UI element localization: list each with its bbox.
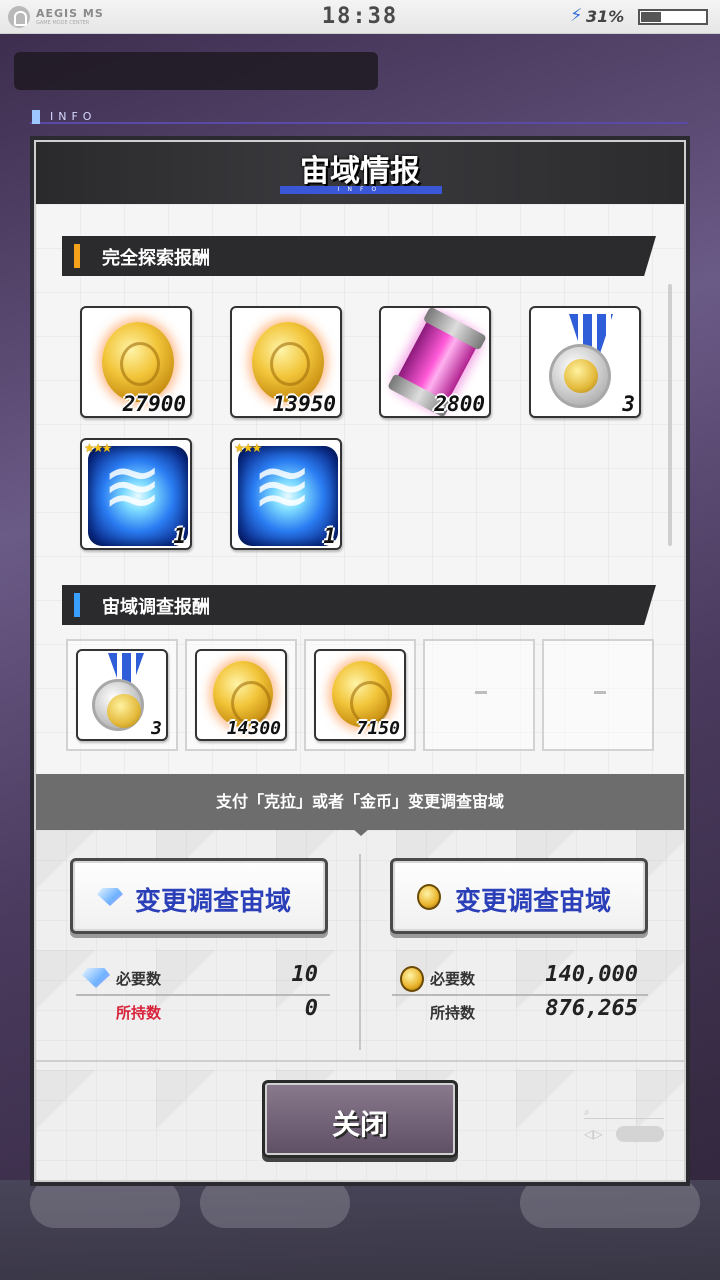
gold-coin-icon [400,966,424,992]
close-button[interactable]: 关闭 [262,1080,458,1158]
background-button [200,1178,350,1228]
gold-coin-icon [102,322,174,402]
empty-dash [594,691,606,694]
survey-slot: 3 [66,639,178,751]
background-info-strip [30,110,688,124]
empty-dash [475,691,487,694]
reward-quantity: 1 [323,524,336,548]
owned-value: 0 [304,996,318,1021]
gold-coin-icon [417,884,441,910]
battery-fill [641,12,661,22]
background-info-marker [32,110,40,124]
reward-quantity: 27900 [122,392,186,416]
gold-coin-icon [252,322,324,402]
column-divider [359,854,361,1050]
survey-slot-empty [542,639,654,751]
rewards-scrollbar[interactable] [668,284,672,546]
reward-item[interactable]: 13950 [230,306,342,418]
required-value: 140,000 [545,962,638,987]
reward-quantity: 13950 [272,392,336,416]
status-bar: AEGIS MS GAME MODE CENTER 18:38 ⚡ 31% [0,0,720,34]
battery-icon [638,9,708,25]
search-icon: ⌕ [584,1107,664,1119]
reward-item[interactable]: ★★★ 1 [80,438,192,550]
button-label: 变更调查宙域 [455,887,612,917]
charging-icon: ⚡ [570,5,583,26]
toggle-switch [616,1126,664,1142]
background-header-bar [14,52,378,90]
dialog-title-sub: INFO [337,186,385,193]
reward-item[interactable]: ★★★ 1 [230,438,342,550]
background-info-label: INFO [50,110,97,123]
required-label: 必要数 [430,970,476,988]
reward-quantity: 2800 [434,392,485,416]
required-value: 10 [291,962,319,987]
dialog-header: 宙域情报 INFO [36,142,684,204]
section-title: 完全探索报酬 [102,248,210,269]
gem-icon [97,888,123,906]
owned-value: 876,265 [545,996,638,1021]
change-with-coins-button[interactable]: 变更调查宙域 [390,858,648,934]
reward-item[interactable]: 7150 [314,649,406,741]
required-label: 必要数 [116,970,162,988]
reward-item[interactable]: 14300 [195,649,287,741]
section-marker [74,593,80,617]
arrows-icon: ◁▷ [584,1127,603,1141]
info-dialog: 宙域情报 INFO 完全探索报酬 27900 13950 2800 3 ★★★ … [34,140,686,1182]
medal-icon [549,344,611,408]
reward-quantity: 7150 [356,718,400,739]
reward-quantity: 1 [173,524,186,548]
close-label: 关闭 [331,1108,388,1141]
reward-quantity: 3 [151,718,162,739]
survey-slot: 7150 [304,639,416,751]
rarity-stars: ★★★ [234,441,262,455]
reward-item[interactable]: 2800 [379,306,491,418]
notice-banner: 支付「克拉」或者「金币」变更调查宙域 [36,774,684,830]
owned-label: 所持数 [430,1004,476,1022]
reward-item[interactable]: 27900 [80,306,192,418]
background-button [30,1178,180,1228]
background-button [520,1178,700,1228]
reward-item[interactable]: 3 [76,649,168,741]
dialog-title: 宙域情报 [300,154,420,189]
reward-item[interactable]: 3 [529,306,641,418]
button-label: 变更调查宙域 [135,887,292,917]
owned-label: 所持数 [116,1004,162,1022]
survey-slot-empty [423,639,535,751]
notice-arrow [352,828,370,836]
section-header-survey: 宙域调查报酬 [62,585,656,625]
change-with-gems-button[interactable]: 变更调查宙域 [70,858,328,934]
survey-slot: 14300 [185,639,297,751]
battery-percent: 31% [586,7,625,26]
section-header-full-explore: 完全探索报酬 [62,236,656,276]
medal-icon [92,679,144,731]
reward-quantity: 14300 [226,718,281,739]
rarity-stars: ★★★ [84,441,112,455]
footer-divider [36,1060,684,1062]
section-marker [74,244,80,268]
section-title: 宙域调查报酬 [102,597,210,618]
reward-quantity: 3 [622,392,635,416]
